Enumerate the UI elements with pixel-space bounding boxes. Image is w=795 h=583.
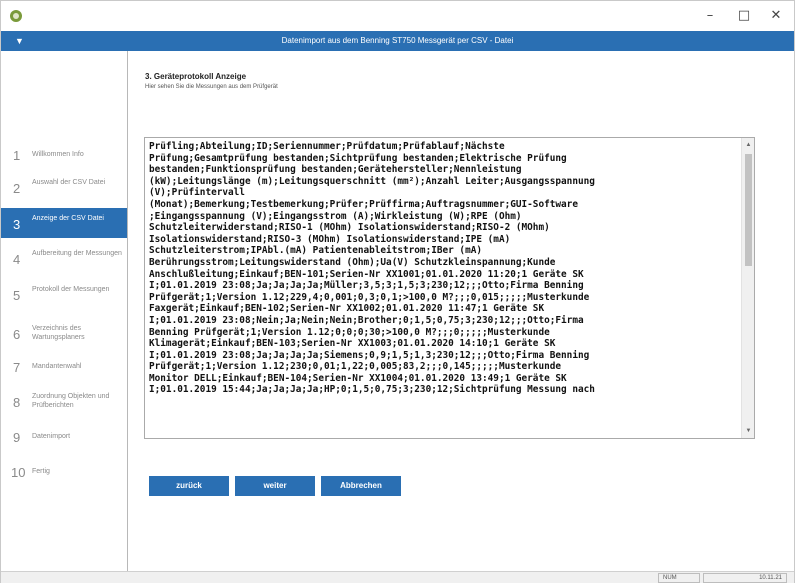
num-lock-indicator: NUM	[658, 573, 700, 583]
csv-line: Berührungsstrom;Leitungswiderstand (Ohm)…	[149, 256, 556, 268]
csv-line: Anschlußleitung;Einkauf;BEN-101;Serien-N…	[149, 268, 584, 280]
wizard-title: Datenimport aus dem Benning ST750 Messge…	[281, 36, 514, 45]
step-number: 9	[13, 430, 21, 445]
step-label: Mandantenwahl	[32, 363, 82, 370]
csv-line: Benning Prüfgerät;1;Version 1.12;0;0;0;3…	[149, 326, 550, 338]
step-object-assignment[interactable]: 8 Zuordnung Objekten und Prüfberichten	[1, 386, 127, 416]
csv-text: Prüfling;Abteilung;ID;Seriennummer;Prüfd…	[149, 141, 739, 396]
status-bar: NUM 10.11.21	[1, 571, 794, 583]
cancel-button[interactable]: Abbrechen	[321, 476, 401, 496]
step-number: 1	[13, 148, 21, 163]
step-finish[interactable]: 10 Fertig	[1, 459, 127, 489]
wizard-header: ▼ Datenimport aus dem Benning ST750 Mess…	[1, 31, 794, 51]
title-bar: – □ ✕	[1, 1, 794, 31]
maximize-button[interactable]: □	[729, 5, 759, 27]
csv-line: Prüfgerät;1;Version 1.12;229,4;0,001;0,3…	[149, 291, 590, 303]
csv-line: Faxgerät;Einkauf;BEN-102;Serien-Nr XX100…	[149, 303, 545, 315]
step-label: Auswahl der CSV Datei	[32, 179, 106, 186]
app-logo-icon	[10, 10, 22, 22]
step-maintenance-directory[interactable]: 6 Verzeichnis des Wartungsplaners	[1, 318, 127, 348]
back-button[interactable]: zurück	[149, 476, 229, 496]
app-window: – □ ✕ ▼ Datenimport aus dem Benning ST75…	[0, 0, 795, 583]
csv-line: (V);Prüfintervall	[149, 187, 245, 199]
csv-line: Schutzleiterwiderstand;RISO-1 (MOhm) Iso…	[149, 222, 550, 234]
step-number: 5	[13, 288, 21, 303]
csv-line: Prüfung;Gesamtprüfung bestanden;Sichtprü…	[149, 152, 567, 164]
step-label: Willkommen Info	[32, 151, 84, 158]
step-show-csv[interactable]: 3 Anzeige der CSV Datei	[1, 208, 127, 238]
step-data-import[interactable]: 9 Datenimport	[1, 424, 127, 454]
csv-line: (kW);Leitungslänge (m);Leitungsquerschni…	[149, 175, 595, 187]
step-label: Fertig	[32, 468, 50, 475]
step-number: 8	[13, 395, 21, 410]
scroll-thumb[interactable]	[745, 154, 752, 266]
next-button[interactable]: weiter	[235, 476, 315, 496]
step-label: Protokoll der Messungen	[32, 286, 110, 293]
step-number: 3	[13, 217, 21, 232]
csv-line: I;01.01.2019 23:08;Nein;Ja;Nein;Nein;Bro…	[149, 314, 584, 326]
step-label: Zuordnung Objekten und Prüfberichten	[32, 393, 110, 409]
step-client-selection[interactable]: 7 Mandantenwahl	[1, 351, 127, 381]
step-number: 2	[13, 181, 21, 196]
step-number: 10	[11, 465, 26, 480]
csv-line: (Monat);Bemerkung;Testbemerkung;Prüfer;P…	[149, 198, 578, 210]
status-date: 10.11.21	[703, 573, 787, 583]
csv-line: I;01.01.2019 23:08;Ja;Ja;Ja;Ja;Siemens;0…	[149, 349, 590, 361]
minimize-button[interactable]: –	[695, 5, 725, 27]
step-welcome[interactable]: 1 Willkommen Info	[1, 139, 127, 169]
step-number: 4	[13, 252, 21, 267]
csv-line: Monitor DELL;Einkauf;BEN-104;Serien-Nr X…	[149, 372, 567, 384]
step-protocol[interactable]: 5 Protokoll der Messungen	[1, 279, 127, 309]
step-label: Aufbereitung der Messungen	[32, 250, 122, 257]
step-select-csv[interactable]: 2 Auswahl der CSV Datei	[1, 172, 127, 202]
wizard-steps-sidebar: 1 Willkommen Info 2 Auswahl der CSV Date…	[1, 51, 128, 571]
page-subtitle: Hier sehen Sie die Messungen aus dem Prü…	[145, 84, 278, 90]
csv-line: I;01.01.2019 23:08;Ja;Ja;Ja;Ja;Müller;3,…	[149, 280, 584, 292]
csv-line: Klimagerät;Einkauf;BEN-103;Serien-Nr XX1…	[149, 338, 556, 350]
csv-line: I;01.01.2019 15:44;Ja;Ja;Ja;Ja;HP;0;1,5;…	[149, 384, 595, 396]
csv-line: bestanden;Funktionsprüfung bestanden;Ger…	[149, 164, 522, 176]
csv-line: Prüfling;Abteilung;ID;Seriennummer;Prüfd…	[149, 141, 505, 152]
vertical-scrollbar[interactable]: ▲ ▼	[741, 138, 754, 438]
step-label: Datenimport	[32, 433, 71, 440]
main-panel: 3. Geräteprotokoll Anzeige Hier sehen Si…	[129, 51, 794, 571]
step-label: Verzeichnis des Wartungsplaners	[32, 325, 85, 341]
csv-line: Isolationswiderstand;RISO-3 (MOhm) Isola…	[149, 233, 511, 245]
csv-line: Prüfgerät;1;Version 1.12;230;0,01;1,22;0…	[149, 361, 562, 373]
scroll-down-icon[interactable]: ▼	[742, 426, 754, 436]
step-number: 7	[13, 360, 21, 375]
step-number: 6	[13, 327, 21, 342]
close-button[interactable]: ✕	[761, 5, 791, 27]
csv-line: ;Eingangsspannung (V);Eingangsstrom (A);…	[149, 210, 522, 222]
csv-line: Schutzleiterstrom;IPAbl.(mA) Patientenab…	[149, 245, 483, 257]
step-label: Anzeige der CSV Datei	[32, 215, 104, 222]
step-prepare-measurements[interactable]: 4 Aufbereitung der Messungen	[1, 243, 127, 273]
csv-content-textarea[interactable]: Prüfling;Abteilung;ID;Seriennummer;Prüfd…	[144, 137, 755, 439]
page-title: 3. Geräteprotokoll Anzeige	[145, 72, 247, 81]
scroll-up-icon[interactable]: ▲	[742, 140, 754, 150]
